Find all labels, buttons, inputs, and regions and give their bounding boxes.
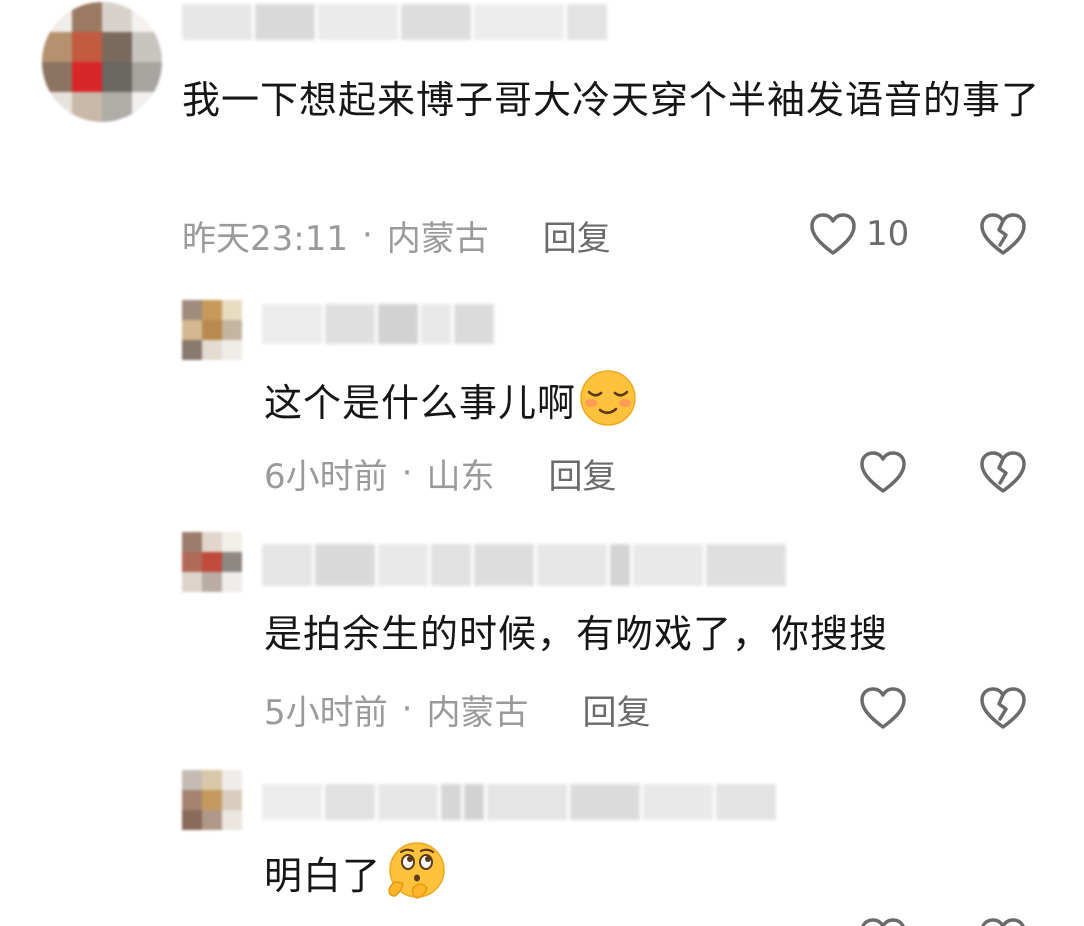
username-blurred[interactable]: [262, 784, 776, 820]
avatar[interactable]: [182, 300, 242, 360]
comment-meta: 5小时前 · 内蒙古 回复: [264, 685, 650, 734]
like-button[interactable]: [858, 916, 908, 926]
comment-location: 内蒙古: [426, 692, 529, 733]
dislike-button[interactable]: [978, 916, 1028, 926]
comment-time: 昨天23:11: [182, 218, 348, 259]
comment-text: 明白了: [264, 840, 449, 917]
like-button[interactable]: [858, 684, 908, 732]
avatar[interactable]: [42, 2, 162, 122]
broken-heart-icon: [980, 687, 1026, 729]
broken-heart-icon: [980, 451, 1026, 493]
like-count: 10: [866, 214, 910, 254]
dislike-button[interactable]: [978, 210, 1028, 258]
like-button[interactable]: [858, 448, 908, 496]
heart-icon: [810, 213, 856, 255]
comment-text-content: 明白了: [264, 854, 382, 898]
comment-location: 内蒙古: [386, 218, 489, 259]
dislike-button[interactable]: [978, 684, 1028, 732]
avatar[interactable]: [182, 532, 242, 592]
comment-location: 山东: [426, 456, 495, 497]
broken-heart-icon: [981, 918, 1025, 926]
comment-text: 是拍余生的时候，有吻戏了，你搜搜: [264, 612, 889, 656]
heart-icon: [861, 918, 905, 926]
comment-time: 6小时前: [264, 456, 388, 497]
username-blurred[interactable]: [182, 4, 607, 40]
meta-separator: ·: [401, 453, 413, 493]
dislike-button[interactable]: [978, 448, 1028, 496]
comment-time: 5小时前: [264, 692, 388, 733]
like-button[interactable]: 10: [808, 210, 909, 258]
smiling-closed-eyes-emoji: [578, 368, 638, 443]
username-blurred[interactable]: [262, 544, 786, 586]
broken-heart-icon: [980, 213, 1026, 255]
comment-text-content: 这个是什么事儿啊: [264, 381, 577, 425]
comment-meta: 昨天23:11 · 内蒙古 回复: [182, 211, 611, 260]
heart-icon: [860, 451, 906, 493]
comment-text: 我一下想起来博子哥大冷天穿个半袖发语音的事了: [182, 78, 1041, 122]
avatar[interactable]: [182, 770, 242, 830]
meta-separator: ·: [401, 689, 413, 729]
comment-text: 这个是什么事儿啊: [264, 368, 638, 443]
comment-meta: 6小时前 · 山东 回复: [264, 449, 616, 498]
username-blurred[interactable]: [262, 304, 494, 344]
reply-button[interactable]: 回复: [548, 449, 616, 498]
heart-icon: [860, 687, 906, 729]
reply-button[interactable]: 回复: [582, 685, 650, 734]
meta-separator: ·: [361, 215, 373, 255]
reply-button[interactable]: 回复: [543, 211, 611, 260]
thinking-hands-emoji: [383, 840, 449, 917]
